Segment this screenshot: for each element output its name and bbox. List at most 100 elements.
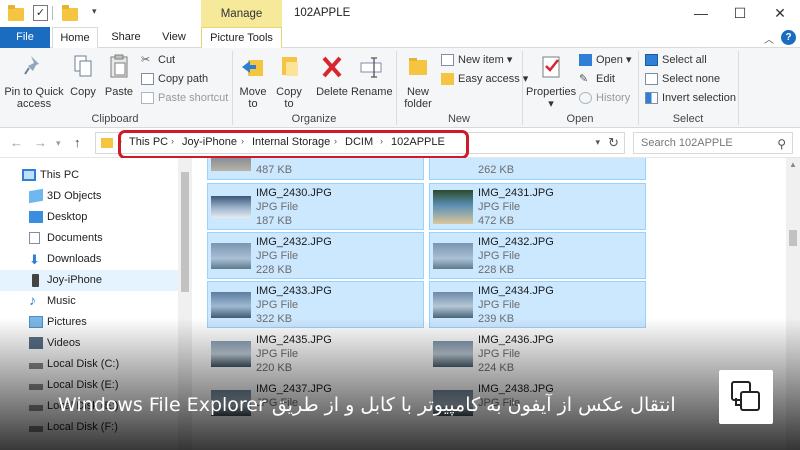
collapse-ribbon-icon[interactable]: ︿ — [764, 31, 774, 46]
file-tile[interactable]: IMG_2433.JPG JPG File 322 KB — [207, 281, 424, 328]
open-icon — [579, 54, 592, 66]
chevron-down-icon[interactable]: ▾ — [595, 137, 600, 148]
file-tile[interactable]: IMG_2431.JPG JPG File 472 KB — [429, 183, 646, 230]
tab-view[interactable]: View — [154, 27, 194, 48]
move-to-button[interactable]: Move to — [236, 54, 270, 110]
recent-locations-icon[interactable]: ▾ — [56, 138, 61, 149]
tab-share[interactable]: Share — [106, 27, 146, 48]
nav-label: Local Disk (F:) — [47, 421, 118, 433]
file-tile[interactable]: IMG_2430.JPG JPG File 187 KB — [207, 183, 424, 230]
nav-scroll-thumb[interactable] — [181, 172, 189, 292]
nav-item-local-disk-c[interactable]: Local Disk (C:) — [0, 354, 178, 375]
pin-icon — [24, 56, 39, 75]
title-bar: ✓ ▾ Manage 102APPLE — ☐ ✕ — [0, 0, 800, 27]
quick-access-divider — [52, 6, 53, 20]
organize-group-label: Organize — [291, 113, 337, 125]
file-tile[interactable]: IMG_2432.JPG JPG File 228 KB — [207, 232, 424, 279]
easy-access-icon — [441, 73, 454, 85]
customize-quick-access-icon[interactable]: ▾ — [92, 6, 97, 17]
properties-button[interactable]: Properties ▾ — [526, 54, 576, 110]
select-none-label: Select none — [662, 73, 721, 85]
nav-item-local-disk-f[interactable]: Local Disk (F:) — [0, 417, 178, 438]
photo-thumbnail — [433, 341, 473, 367]
copy-path-button[interactable]: Copy path — [141, 71, 208, 87]
nav-item-downloads[interactable]: ⬇ Downloads — [0, 249, 178, 270]
content-scroll-thumb[interactable] — [789, 230, 797, 246]
nav-item-videos[interactable]: Videos — [0, 333, 178, 354]
tab-file[interactable]: File — [0, 27, 50, 48]
nav-label: Joy-iPhone — [47, 274, 103, 286]
file-size: 228 KB — [478, 264, 515, 276]
delete-button[interactable]: Delete — [313, 54, 351, 98]
nav-item-desktop[interactable]: Desktop — [0, 207, 178, 228]
delete-label: Delete — [316, 86, 348, 98]
refresh-icon[interactable]: ↻ — [608, 135, 619, 151]
invert-selection-button[interactable]: Invert selection — [645, 90, 736, 106]
scroll-up-icon[interactable]: ▲ — [789, 160, 797, 169]
edit-button[interactable]: ✎ Edit — [579, 71, 615, 87]
nav-item-documents[interactable]: Documents — [0, 228, 178, 249]
nav-item-3d-objects[interactable]: 3D Objects — [0, 186, 178, 207]
pin-label: Pin to Quick access — [4, 86, 64, 110]
maximize-button[interactable]: ☐ — [725, 4, 755, 22]
copy-to-icon — [282, 57, 298, 76]
photo-thumbnail — [433, 292, 473, 318]
minimize-button[interactable]: — — [686, 4, 716, 22]
file-type: JPG File — [256, 299, 299, 311]
search-input[interactable]: Search 102APPLE ⚲ — [633, 132, 793, 154]
up-arrow-icon[interactable]: ↑ — [74, 135, 81, 150]
rename-button[interactable]: Rename — [351, 54, 393, 98]
nav-label: Videos — [47, 337, 81, 349]
file-size: 322 KB — [256, 313, 293, 325]
nav-item-this-pc[interactable]: This PC — [0, 165, 178, 186]
open-group-label: Open — [566, 113, 594, 125]
file-tile[interactable]: IMG_2432.JPG JPG File 228 KB — [429, 232, 646, 279]
file-size: 228 KB — [256, 264, 293, 276]
close-button[interactable]: ✕ — [765, 4, 795, 22]
nav-item-local-disk-e[interactable]: Local Disk (E:) — [0, 375, 178, 396]
easy-access-label: Easy access — [458, 73, 520, 85]
pin-to-quick-access-button[interactable]: Pin to Quick access — [3, 54, 65, 110]
content-scrollbar[interactable]: ▲ — [786, 158, 800, 450]
new-item-button[interactable]: New item ▾ — [441, 52, 512, 68]
nav-label: This PC — [40, 169, 80, 181]
file-type: JPG File — [256, 250, 299, 262]
new-folder-button[interactable]: New folder — [400, 54, 436, 110]
file-tile[interactable]: 487 KB — [207, 158, 424, 180]
nav-item-pictures[interactable]: Pictures — [0, 312, 178, 333]
select-all-button[interactable]: Select all — [645, 52, 707, 68]
open-button[interactable]: Open ▾ — [579, 52, 632, 68]
nav-label: Downloads — [47, 253, 102, 265]
copy-button[interactable]: Copy — [66, 54, 100, 98]
file-tile[interactable]: IMG_2435.JPG JPG File 220 KB — [207, 330, 424, 377]
back-arrow-icon[interactable]: ← — [10, 135, 23, 150]
help-icon[interactable]: ? — [781, 30, 796, 45]
file-name: IMG_2433.JPG — [256, 285, 332, 297]
new-folder-quick-access-icon[interactable] — [62, 5, 78, 21]
nav-item-music[interactable]: ♪ Music — [0, 291, 178, 312]
file-tile[interactable]: 262 KB — [429, 158, 646, 180]
phone-icon — [32, 274, 39, 287]
properties-quick-access-icon[interactable]: ✓ — [33, 5, 48, 21]
nav-item-joy-iphone[interactable]: Joy-iPhone — [0, 270, 178, 291]
copy-label: Copy — [70, 86, 96, 98]
cut-button[interactable]: ✂ Cut — [141, 52, 175, 68]
paste-button[interactable]: Paste — [102, 54, 136, 98]
easy-access-button[interactable]: Easy access ▾ — [441, 71, 528, 87]
copy-icon — [731, 381, 760, 411]
paste-shortcut-button[interactable]: Paste shortcut — [141, 90, 228, 106]
forward-arrow-icon[interactable]: → — [34, 135, 47, 150]
manage-context-tab[interactable]: Manage — [201, 0, 282, 27]
history-button[interactable]: History — [579, 90, 630, 106]
ribbon-tabs: File Home Share View Picture Tools ︿ ? — [0, 27, 800, 49]
disk-icon — [29, 426, 43, 432]
copy-to-button[interactable]: Copy to — [272, 54, 306, 110]
file-tile[interactable]: IMG_2434.JPG JPG File 239 KB — [429, 281, 646, 328]
clipboard-group-label: Clipboard — [91, 113, 139, 125]
tab-home[interactable]: Home — [52, 27, 98, 49]
photo-thumbnail — [433, 243, 473, 269]
tab-picture-tools[interactable]: Picture Tools — [201, 27, 282, 49]
file-tile[interactable]: IMG_2436.JPG JPG File 224 KB — [429, 330, 646, 377]
select-none-button[interactable]: Select none — [645, 71, 720, 87]
file-type: JPG File — [478, 299, 521, 311]
